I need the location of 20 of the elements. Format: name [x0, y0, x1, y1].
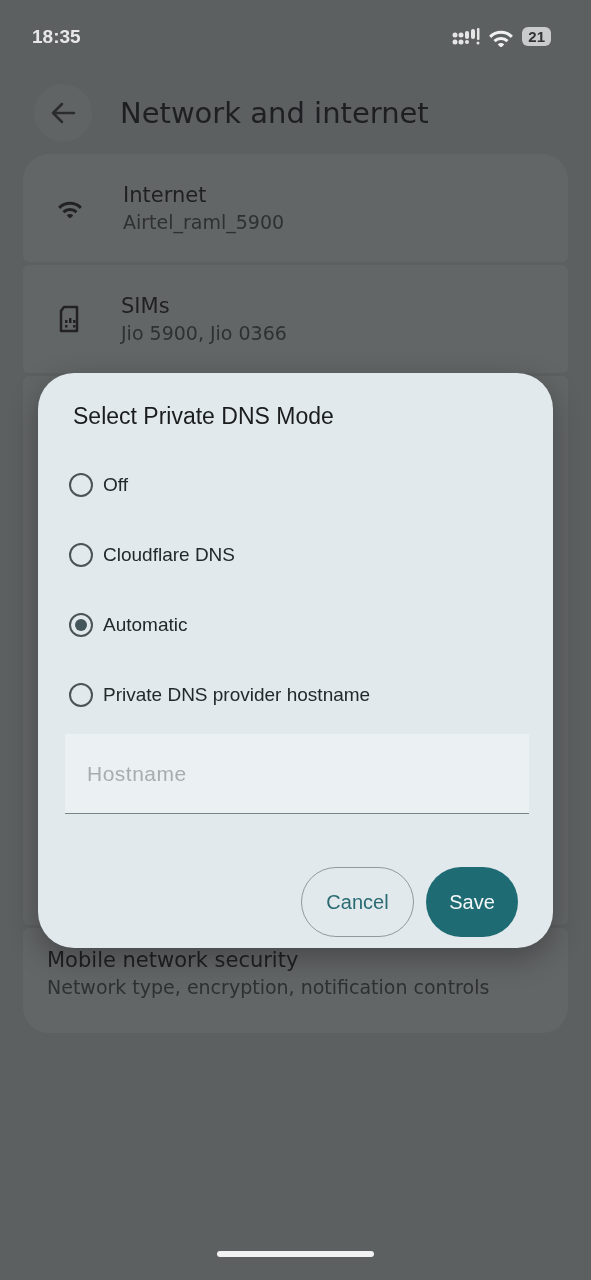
radio-button[interactable]: [69, 473, 93, 497]
option-label[interactable]: Cloudflare DNS: [103, 544, 235, 566]
hostname-field[interactable]: Hostname: [65, 734, 529, 814]
save-button[interactable]: Save: [426, 867, 518, 937]
sim-card-icon: [57, 305, 81, 333]
option-label[interactable]: Automatic: [103, 614, 188, 636]
page-title: Network and internet: [120, 96, 429, 130]
radio-button[interactable]: [69, 543, 93, 567]
radio-button[interactable]: [69, 613, 93, 637]
back-arrow-icon: [50, 102, 76, 124]
dialog-title: Select Private DNS Mode: [73, 403, 335, 430]
status-time: 18:35: [32, 26, 81, 48]
option-label[interactable]: Private DNS provider hostname: [103, 684, 371, 706]
option-label[interactable]: Off: [103, 474, 128, 496]
signal-icon: [452, 28, 481, 46]
battery-level: 21: [522, 27, 551, 47]
item-title: Internet: [123, 183, 208, 207]
radio-button[interactable]: [69, 683, 93, 707]
item-title: SIMs: [121, 294, 171, 318]
item-title: Mobile network security: [47, 948, 300, 972]
